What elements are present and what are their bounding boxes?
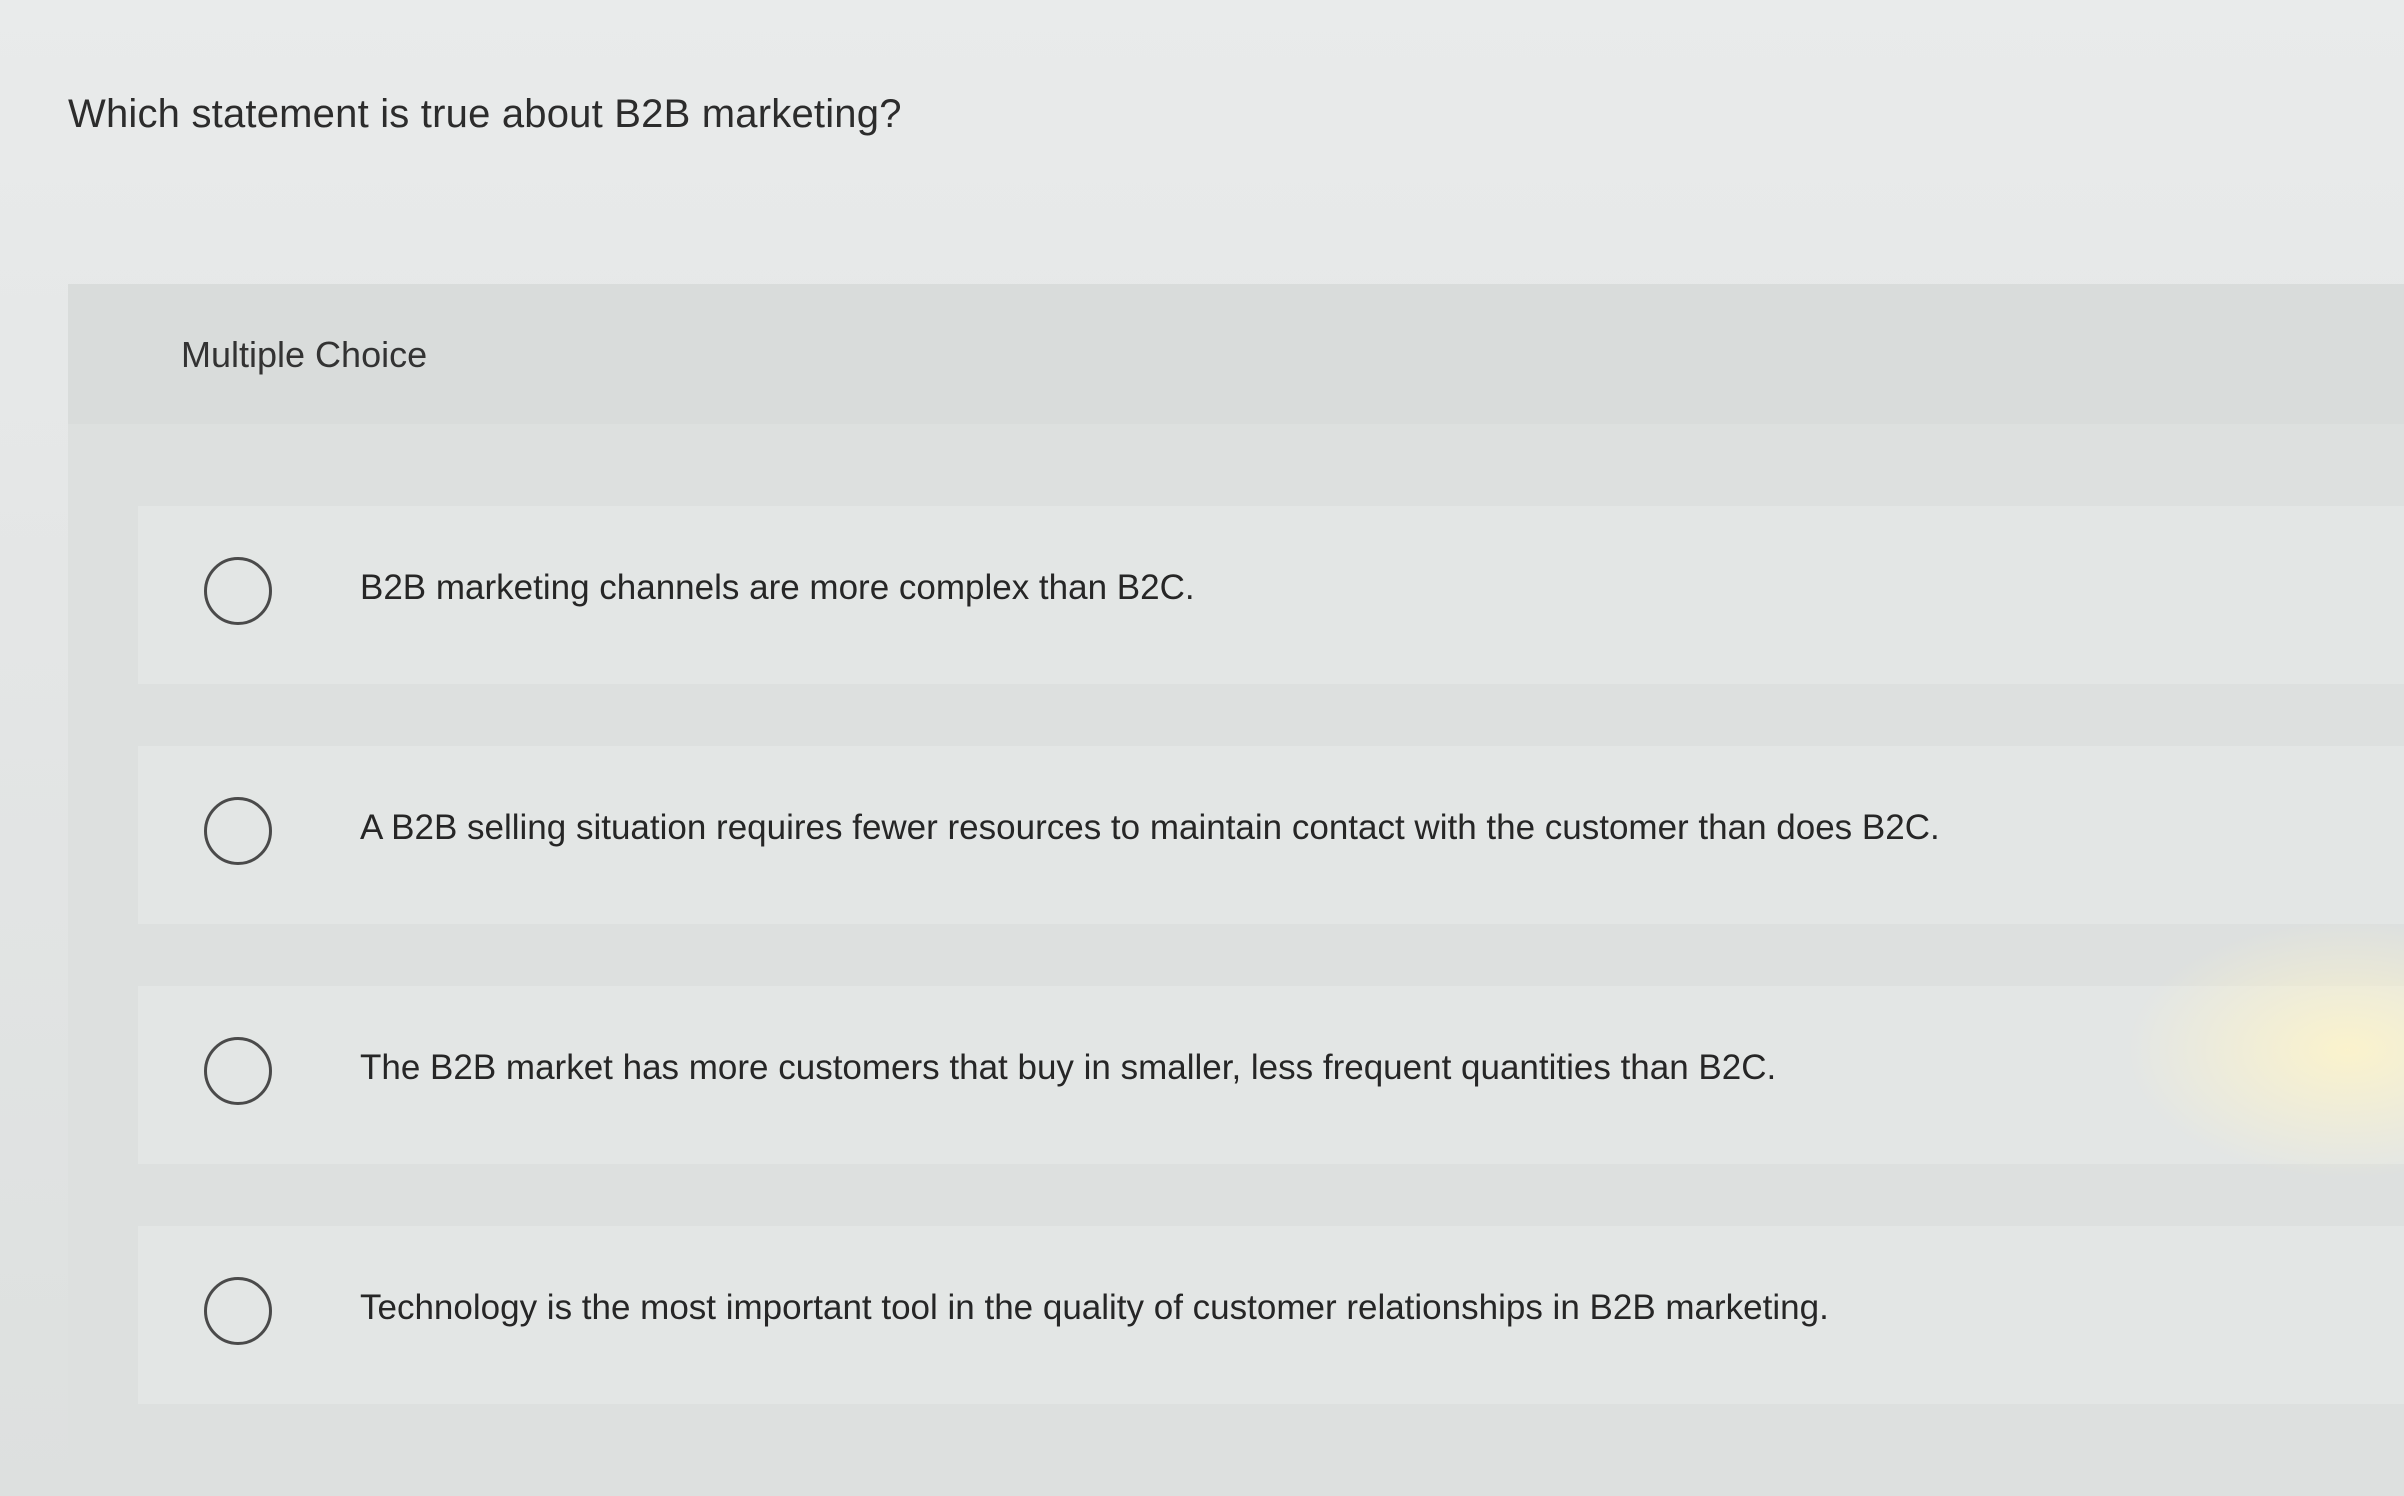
question-text: Which statement is true about B2B market… — [68, 92, 902, 136]
answer-option-label[interactable]: Technology is the most important tool in… — [360, 1288, 1829, 1328]
multiple-choice-panel: Multiple Choice B2B marketing channels a… — [68, 284, 2404, 1496]
radio-unchecked-icon[interactable] — [204, 797, 272, 865]
answer-options: B2B marketing channels are more complex … — [138, 506, 2404, 1466]
radio-unchecked-icon[interactable] — [204, 557, 272, 625]
answer-option-4[interactable]: Technology is the most important tool in… — [138, 1226, 2404, 1404]
answer-option-3[interactable]: The B2B market has more customers that b… — [138, 986, 2404, 1164]
answer-option-label[interactable]: A B2B selling situation requires fewer r… — [360, 808, 1940, 848]
question-type-label: Multiple Choice — [181, 334, 428, 375]
radio-unchecked-icon[interactable] — [204, 1277, 272, 1345]
answer-option-2[interactable]: A B2B selling situation requires fewer r… — [138, 746, 2404, 924]
answer-option-label[interactable]: The B2B market has more customers that b… — [360, 1048, 1776, 1088]
quiz-page: Which statement is true about B2B market… — [0, 0, 2404, 1496]
answer-option-1[interactable]: B2B marketing channels are more complex … — [138, 506, 2404, 684]
radio-unchecked-icon[interactable] — [204, 1037, 272, 1105]
panel-header: Multiple Choice — [68, 284, 2404, 424]
answer-option-label[interactable]: B2B marketing channels are more complex … — [360, 568, 1195, 608]
